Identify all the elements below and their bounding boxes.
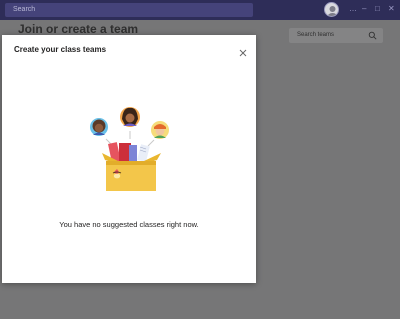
student-avatar-right: [151, 121, 169, 139]
dialog-title: Create your class teams: [14, 45, 107, 54]
search-teams-input[interactable]: Search teams: [289, 28, 383, 43]
avatar-icon: [327, 6, 338, 16]
student-avatar-center: [120, 107, 140, 127]
empty-state-message: You have no suggested classes right now.: [59, 220, 199, 229]
minimize-button[interactable]: –: [362, 4, 366, 14]
page-title: Join or create a team: [18, 22, 139, 36]
close-icon: [239, 49, 247, 57]
user-avatar[interactable]: [324, 2, 339, 17]
student-avatar-left: [90, 118, 108, 136]
maximize-button[interactable]: □: [375, 4, 380, 14]
close-window-button[interactable]: ✕: [388, 4, 395, 14]
close-dialog-button[interactable]: [238, 45, 248, 57]
search-teams-placeholder: Search teams: [297, 32, 335, 38]
box-with-supplies: [102, 142, 161, 191]
empty-classes-illustration: [90, 107, 169, 191]
global-search-input[interactable]: Search: [5, 3, 253, 17]
more-options-button[interactable]: …: [349, 4, 357, 14]
create-class-teams-dialog: Create your class teams You have no sugg…: [2, 35, 256, 283]
top-bar: Search … – □ ✕: [0, 0, 400, 20]
search-icon: [368, 31, 377, 40]
